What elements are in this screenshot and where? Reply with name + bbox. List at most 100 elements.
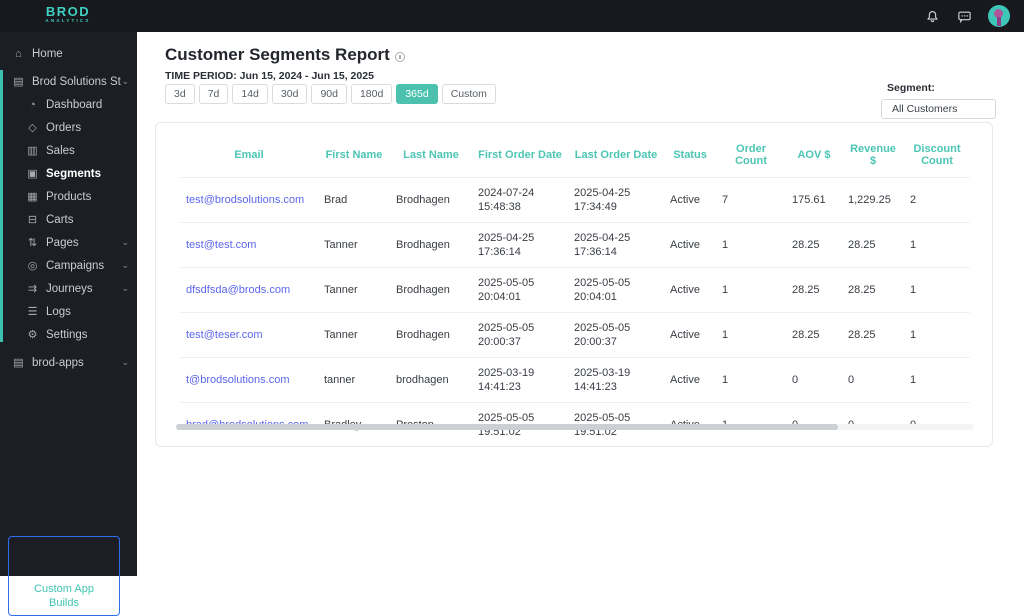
table-row: t@brodsolutions.com tanner brodhagen 2025-0… (180, 357, 970, 403)
table-cell: Active (664, 222, 716, 268)
store-icon: ▤ (13, 357, 24, 369)
table-cell: Tanner (318, 222, 390, 268)
sidebar-item-orders[interactable]: ◇ Orders (0, 116, 137, 139)
table-cell: 28.25 (786, 267, 842, 313)
box-icon: ▦ (27, 191, 38, 203)
main-content: Customer Segments Report TIME PERIOD: Ju… (137, 32, 1024, 576)
sidebar-item-dashboard[interactable]: ◔ Dashboard (0, 93, 137, 116)
sidebar-item-pages[interactable]: ⇅ Pages ⌄ (0, 231, 137, 254)
sidebar-item-carts[interactable]: ⊟ Carts (0, 208, 137, 231)
chevron-down-icon: ⌄ (121, 76, 129, 86)
email-link[interactable]: t@brodsolutions.com (180, 357, 318, 403)
sidebar-item-label: Pages (46, 236, 79, 249)
store-icon: ▤ (13, 76, 24, 88)
range-button-3d[interactable]: 3d (165, 84, 195, 104)
range-button-14d[interactable]: 14d (232, 84, 268, 104)
brand-logo: BROD ANALYTICS (38, 5, 98, 24)
table-cell: tanner (318, 357, 390, 403)
pages-icon: ⇅ (27, 237, 38, 249)
horizontal-scrollbar-thumb[interactable] (176, 424, 839, 430)
table-cell: Active (664, 267, 716, 313)
table-body: test@brodsolutions.com Brad Brodhagen 2024-… (180, 177, 970, 448)
email-link[interactable]: dfsdfsda@brods.com (180, 267, 318, 313)
table-cell: Active (664, 357, 716, 403)
sidebar-item-label: Settings (46, 328, 88, 341)
sidebar-item-brod-apps[interactable]: ▤ brod-apps ⌄ (0, 351, 137, 374)
gauge-icon: ◔ (29, 98, 36, 111)
range-button-365d[interactable]: 365d (396, 84, 438, 104)
email-link[interactable]: test@brodsolutions.com (180, 177, 318, 223)
sidebar-item-products[interactable]: ▦ Products (0, 185, 137, 208)
sidebar-item-logs[interactable]: ☰ Logs (0, 300, 137, 323)
page-title: Customer Segments Report (165, 45, 390, 64)
table-cell: 28.25 (786, 312, 842, 358)
column-header: Discount Count (904, 137, 970, 178)
table-row: test@test.com Tanner Brodhagen 2025-04-25 1… (180, 222, 970, 268)
sidebar-item-label: Sales (46, 144, 75, 157)
range-button-30d[interactable]: 30d (271, 84, 308, 104)
custom-app-builds-button[interactable]: Custom App Builds (8, 536, 120, 616)
email-link[interactable]: test@test.com (180, 222, 318, 268)
table-cell: 28.25 (786, 222, 842, 268)
sidebar-item-journeys[interactable]: ⇉ Journeys ⌄ (0, 277, 137, 300)
sidebar-item-label: Home (32, 47, 63, 60)
table-row: test@teser.com Tanner Brodhagen 2025-05-05 … (180, 312, 970, 358)
table-cell: 2025-03-19 14:41:23 (568, 357, 664, 403)
sidebar-item-label: Orders (46, 121, 82, 134)
chevron-down-icon: ⌄ (121, 283, 129, 293)
topbar: BROD ANALYTICS (0, 0, 1024, 32)
table-cell: brodhagen (390, 357, 472, 403)
sidebar-item-label: Campaigns (46, 259, 105, 272)
column-header: AOV $ (786, 137, 842, 178)
table-header-row: Email First Name Last Name First Order Date… (180, 137, 970, 178)
home-icon: ⌂ (15, 47, 22, 60)
sidebar-item-segments[interactable]: ▣ Segments (0, 162, 137, 185)
bell-icon[interactable] (924, 8, 940, 24)
table-cell: 2025-04-25 17:36:14 (568, 222, 664, 268)
info-icon[interactable] (394, 51, 405, 62)
column-header: Order Count (716, 137, 786, 178)
table-cell: 0 (842, 357, 904, 403)
range-button-group: 3d 7d 14d 30d 90d 180d 365d Custom (165, 84, 496, 104)
range-button-7d[interactable]: 7d (198, 84, 229, 104)
brand-logo-subtext: ANALYTICS (45, 18, 91, 23)
page-title-row: Customer Segments Report (165, 45, 405, 65)
column-header: Last Name (390, 137, 472, 178)
custom-app-builds-line1: Custom App (34, 583, 94, 595)
table-cell: 1 (904, 312, 970, 358)
sidebar-item-campaigns[interactable]: ◎ Campaigns ⌄ (0, 254, 137, 277)
table-cell: 2025-05-05 20:04:01 (568, 267, 664, 313)
sidebar-item-brod-solutions-store[interactable]: ▤ Brod Solutions Store⌄ (0, 70, 137, 93)
table-cell: 7 (716, 177, 786, 223)
sidebar-item-settings[interactable]: ⚙ Settings (0, 323, 137, 346)
table-cell: 1 (904, 267, 970, 313)
user-avatar[interactable] (988, 5, 1010, 27)
range-button-custom[interactable]: Custom (441, 84, 496, 104)
range-button-90d[interactable]: 90d (311, 84, 347, 104)
table-cell: 2025-03-19 14:41:23 (472, 357, 568, 403)
column-header: First Name (318, 137, 390, 178)
sidebar-item-home[interactable]: ⌂ Home (0, 42, 137, 65)
sidebar-item-sales[interactable]: ▥ Sales (0, 139, 137, 162)
table-cell: 2025-05-05 20:00:37 (568, 312, 664, 358)
sidebar-item-label: Brod Solutions Store (32, 75, 121, 88)
gear-icon: ⚙ (27, 329, 38, 341)
segment-label: Segment: (887, 82, 935, 94)
range-button-180d[interactable]: 180d (350, 84, 393, 104)
table-cell: 0 (786, 357, 842, 403)
chevron-down-icon: ⌄ (121, 357, 129, 367)
table-cell: 2025-04-25 17:36:14 (472, 222, 568, 268)
table-cell: Tanner (318, 312, 390, 358)
segment-select[interactable]: All Customers (881, 99, 996, 119)
avatar-figure-body (996, 17, 1001, 26)
table-cell: Brodhagen (390, 267, 472, 313)
table-cell: Active (664, 177, 716, 223)
segments-icon: ▣ (27, 168, 38, 180)
column-header: First Order Date (472, 137, 568, 178)
custom-app-builds-line2: Builds (49, 597, 79, 609)
chat-icon[interactable] (956, 8, 972, 24)
time-period-label: TIME PERIOD: Jun 15, 2024 - Jun 15, 2025 (165, 70, 374, 82)
table-row: test@brodsolutions.com Brad Brodhagen 2024-… (180, 177, 970, 223)
sidebar-item-label: Carts (46, 213, 74, 226)
email-link[interactable]: test@teser.com (180, 312, 318, 358)
